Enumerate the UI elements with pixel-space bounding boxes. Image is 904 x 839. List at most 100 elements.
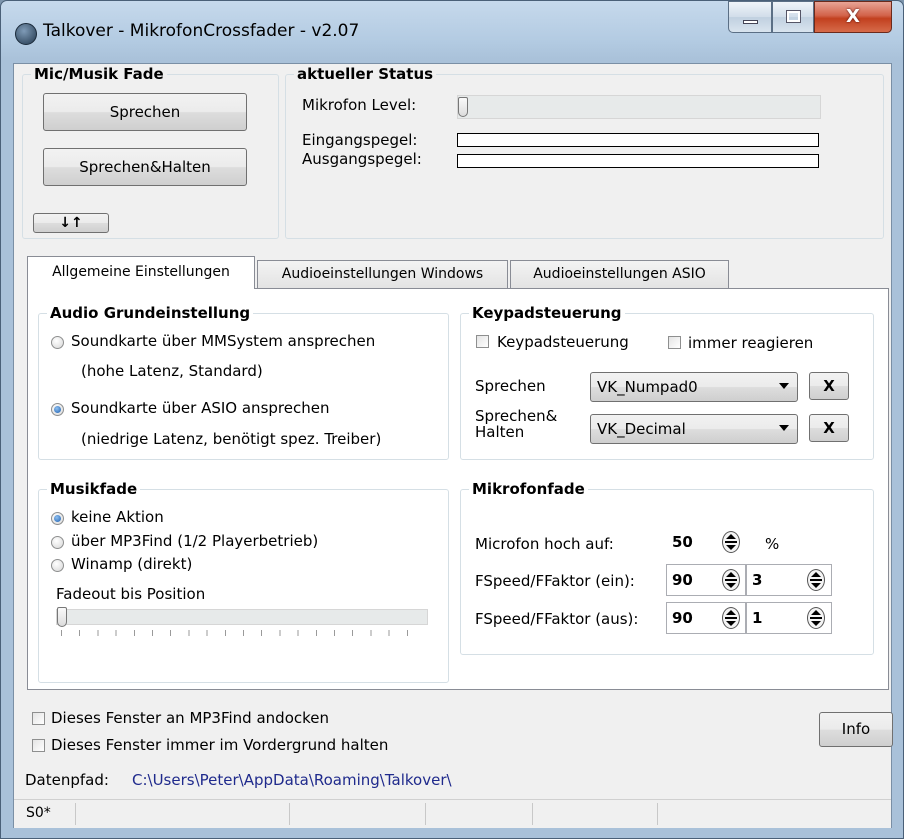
minimize-button[interactable] — [728, 1, 772, 33]
mmsystem-note: (hohe Latenz, Standard) — [81, 362, 263, 380]
radio-asio-label[interactable]: Soundkarte über ASIO ansprechen — [71, 399, 329, 417]
mic-up-unit: % — [765, 535, 780, 553]
music-fade-group: Musikfade keine Aktion über MP3Find (1/2… — [38, 479, 449, 683]
always-react-label[interactable]: immer reagieren — [688, 334, 813, 352]
app-icon[interactable] — [15, 23, 37, 45]
keypad-speak-hold-select[interactable]: VK_Decimal — [590, 414, 798, 444]
input-level-meter — [457, 133, 819, 147]
maximize-icon — [786, 10, 801, 23]
fadeout-slider-ticks — [61, 630, 425, 636]
mic-fade-settings-group: Mikrofonfade Microfon hoch auf: 50 % FSp… — [460, 479, 874, 655]
always-on-top-label[interactable]: Dieses Fenster immer im Vordergrund halt… — [51, 736, 388, 754]
collapse-toggle-button[interactable]: ↓↑ — [33, 213, 109, 233]
fspeed-in-speed-value[interactable]: 90 — [672, 571, 693, 589]
clear-speak-hold-button[interactable]: X — [809, 414, 849, 442]
minimize-icon — [743, 20, 758, 24]
keypad-group: Keypadsteuerung Keypadsteuerung immer re… — [460, 303, 874, 460]
audio-basic-title: Audio Grundeinstellung — [47, 303, 254, 323]
fspeed-out-label: FSpeed/FFaktor (aus): — [475, 610, 639, 628]
tab-audio-windows[interactable]: Audioeinstellungen Windows — [257, 260, 508, 288]
radio-winamp-label[interactable]: Winamp (direkt) — [71, 555, 192, 573]
keypad-speak-hold-label-line2: Halten — [475, 423, 525, 441]
radio-mp3find[interactable] — [51, 536, 64, 549]
radio-mmsystem[interactable] — [51, 336, 64, 349]
chevron-down-icon — [779, 383, 789, 389]
radio-winamp[interactable] — [51, 559, 64, 572]
client-area: Mic/Musik Fade Sprechen Sprechen&Halten … — [13, 63, 893, 828]
always-react-checkbox[interactable] — [668, 336, 681, 349]
status-bar-cell-3 — [290, 803, 426, 825]
mic-fade-settings-title: Mikrofonfade — [469, 479, 588, 499]
dock-mp3find-checkbox[interactable] — [32, 712, 45, 725]
keypad-speak-hold-label: Sprechen& Halten — [475, 408, 557, 440]
mic-level-label: Mikrofon Level: — [302, 96, 417, 114]
radio-no-action-label[interactable]: keine Aktion — [71, 508, 164, 526]
fspeed-in-factor-spinner-icon[interactable] — [807, 569, 825, 591]
mic-level-slider-thumb[interactable] — [458, 97, 468, 117]
status-bar-cell-5 — [533, 803, 658, 825]
fspeed-out-factor-spinner-icon[interactable] — [807, 607, 825, 629]
fspeed-out-factor-spin[interactable]: 1 — [746, 602, 832, 634]
audio-basic-group: Audio Grundeinstellung Soundkarte über M… — [38, 303, 449, 460]
chevron-down-icon — [779, 425, 789, 431]
keypad-control-checkbox[interactable] — [476, 335, 489, 348]
keypad-speak-hold-value: VK_Decimal — [597, 420, 686, 438]
tab-general-settings[interactable]: Allgemeine Einstellungen — [27, 256, 255, 289]
title-bar[interactable]: Talkover - MikrofonCrossfader - v2.07 X — [1, 1, 903, 63]
dock-mp3find-label[interactable]: Dieses Fenster an MP3Find andocken — [51, 709, 329, 727]
data-path-value: C:\Users\Peter\AppData\Roaming\Talkover\ — [132, 771, 452, 789]
always-on-top-checkbox[interactable] — [32, 739, 45, 752]
mic-up-label: Microfon hoch auf: — [475, 535, 614, 553]
mic-music-fade-group: Mic/Musik Fade Sprechen Sprechen&Halten … — [22, 64, 279, 239]
fspeed-out-factor-value[interactable]: 1 — [752, 609, 763, 627]
radio-no-action[interactable] — [51, 512, 64, 525]
input-level-label: Eingangspegel: — [302, 131, 418, 149]
keypad-title: Keypadsteuerung — [469, 303, 625, 323]
status-group: aktueller Status Mikrofon Level: Eingang… — [285, 64, 884, 239]
status-bar-cell-2 — [76, 803, 290, 825]
music-fade-title: Musikfade — [47, 479, 141, 499]
output-level-meter — [457, 154, 819, 168]
status-bar-cell-4 — [426, 803, 533, 825]
radio-mp3find-label[interactable]: über MP3Find (1/2 Playerbetrieb) — [71, 532, 318, 550]
clear-speak-button[interactable]: X — [809, 372, 849, 400]
app-window: Talkover - MikrofonCrossfader - v2.07 X … — [0, 0, 904, 839]
fspeed-out-speed-spin[interactable]: 90 — [666, 602, 746, 634]
fspeed-in-speed-spinner-icon[interactable] — [722, 569, 740, 591]
maximize-button[interactable] — [772, 1, 814, 33]
keypad-control-label[interactable]: Keypadsteuerung — [497, 333, 629, 351]
status-title: aktueller Status — [294, 64, 437, 84]
mic-up-value[interactable]: 50 — [672, 533, 693, 551]
fspeed-in-factor-spin[interactable]: 3 — [746, 564, 832, 596]
fspeed-in-speed-spin[interactable]: 90 — [666, 564, 746, 596]
fadeout-position-slider[interactable] — [56, 607, 428, 627]
tab-panel-general: Audio Grundeinstellung Soundkarte über M… — [27, 288, 889, 690]
speak-hold-button[interactable]: Sprechen&Halten — [43, 148, 247, 186]
mic-up-spinner-icon[interactable] — [722, 531, 740, 553]
status-bar-cell-1: S0* — [14, 803, 76, 825]
keypad-speak-label: Sprechen — [475, 377, 546, 395]
mic-level-slider[interactable] — [457, 95, 821, 119]
data-path-label: Datenpfad: — [25, 771, 109, 789]
window-title: Talkover - MikrofonCrossfader - v2.07 — [43, 21, 360, 41]
fspeed-out-speed-value[interactable]: 90 — [672, 609, 693, 627]
keypad-speak-value: VK_Numpad0 — [597, 378, 698, 396]
mic-up-spin[interactable]: 50 — [666, 526, 746, 558]
radio-asio[interactable] — [51, 403, 64, 416]
close-button[interactable]: X — [814, 1, 892, 33]
mic-music-fade-title: Mic/Musik Fade — [31, 64, 167, 84]
fspeed-out-speed-spinner-icon[interactable] — [722, 607, 740, 629]
keypad-speak-hold-label-line1: Sprechen& — [475, 407, 558, 425]
info-button[interactable]: Info — [819, 712, 893, 747]
keypad-speak-select[interactable]: VK_Numpad0 — [590, 372, 798, 402]
close-icon: X — [846, 6, 860, 27]
tab-audio-asio[interactable]: Audioeinstellungen ASIO — [510, 260, 729, 288]
fadeout-position-slider-thumb[interactable] — [57, 607, 67, 627]
asio-note: (niedrige Latenz, benötigt spez. Treiber… — [81, 430, 382, 448]
fspeed-in-factor-value[interactable]: 3 — [752, 571, 763, 589]
output-level-label: Ausgangspegel: — [302, 150, 422, 168]
status-bar: S0* — [14, 799, 891, 828]
speak-button[interactable]: Sprechen — [43, 93, 247, 131]
radio-mmsystem-label[interactable]: Soundkarte über MMSystem ansprechen — [71, 332, 375, 350]
fspeed-in-label: FSpeed/FFaktor (ein): — [475, 572, 635, 590]
